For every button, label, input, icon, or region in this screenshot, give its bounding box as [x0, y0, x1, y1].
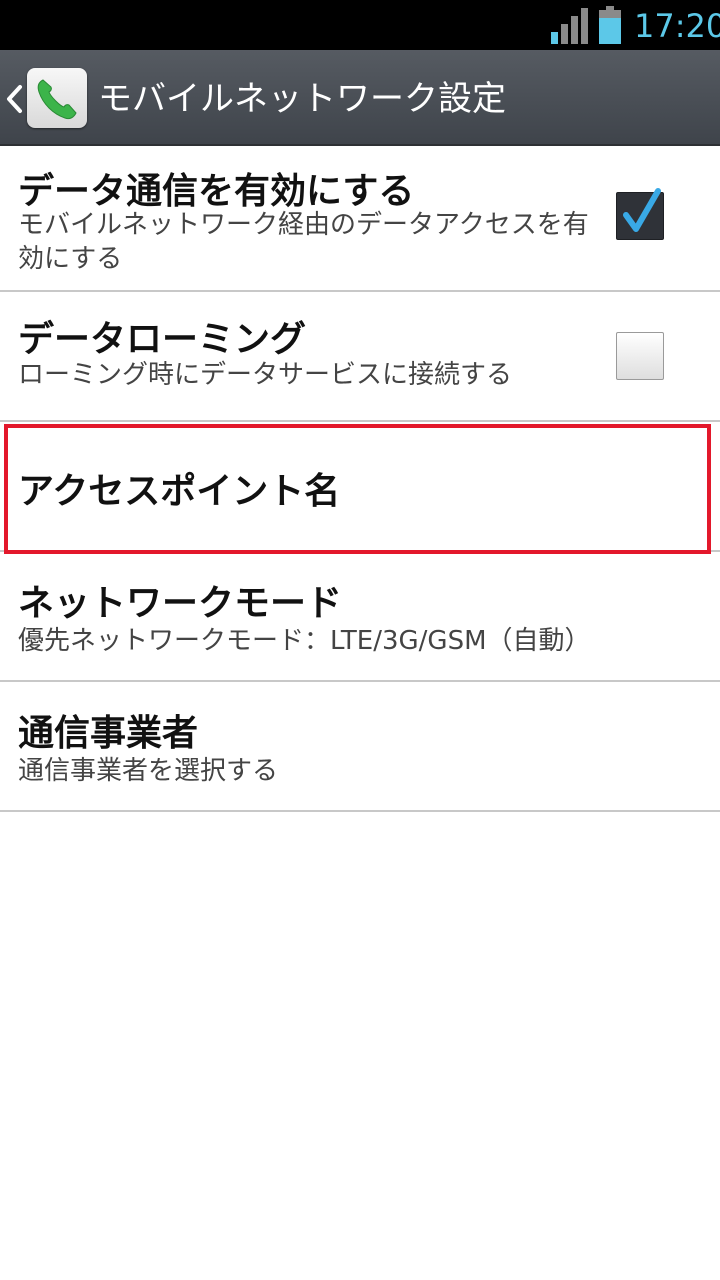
checkmark-icon: [623, 188, 661, 232]
setting-summary: モバイルネットワーク経由のデータアクセスを有効にする: [18, 210, 589, 274]
settings-list: データ通信を有効にする モバイルネットワーク経由のデータアクセスを有効にする デ…: [0, 148, 720, 812]
setting-summary: 通信事業者を選択する: [18, 756, 279, 786]
highlight-box: [4, 424, 711, 554]
setting-title: データローミング: [18, 319, 307, 360]
page-title: モバイルネットワーク設定: [98, 79, 506, 119]
status-clock: 17:20: [634, 7, 720, 45]
data-enabled-checkbox[interactable]: [616, 188, 664, 240]
status-bar: 17:20: [0, 0, 720, 50]
battery-icon: [599, 6, 621, 44]
setting-network-mode[interactable]: ネットワークモード 優先ネットワークモード：LTE/3G/GSM（自動）: [0, 552, 720, 682]
setting-data-roaming[interactable]: データローミング ローミング時にデータサービスに接続する: [0, 292, 720, 422]
setting-title: ネットワークモード: [18, 583, 343, 624]
signal-icon: [551, 8, 591, 44]
setting-title: データ通信を有効にする: [18, 171, 415, 212]
setting-operators[interactable]: 通信事業者 通信事業者を選択する: [0, 682, 720, 812]
setting-data-enabled[interactable]: データ通信を有効にする モバイルネットワーク経由のデータアクセスを有効にする: [0, 148, 720, 292]
setting-summary: ローミング時にデータサービスに接続する: [18, 360, 513, 390]
chevron-left-icon[interactable]: [4, 84, 26, 114]
setting-title: 通信事業者: [18, 713, 199, 754]
setting-access-point-names[interactable]: アクセスポイント名: [0, 422, 720, 554]
phone-icon[interactable]: [27, 68, 87, 128]
data-roaming-checkbox[interactable]: [616, 332, 664, 380]
setting-summary: 優先ネットワークモード：LTE/3G/GSM（自動）: [18, 626, 591, 656]
action-bar: モバイルネットワーク設定: [0, 50, 720, 146]
